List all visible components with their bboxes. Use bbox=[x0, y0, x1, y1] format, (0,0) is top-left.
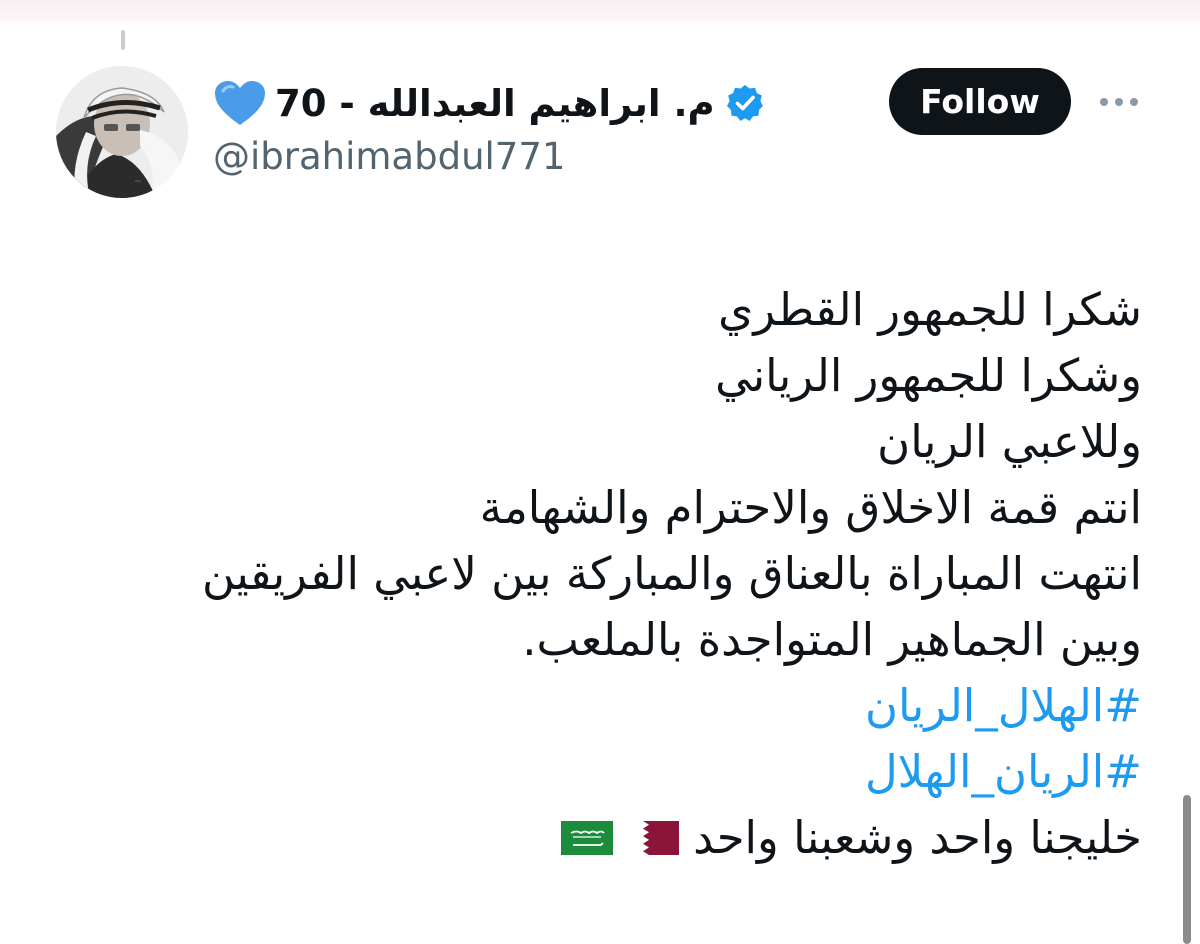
hashtag-link[interactable]: #الريان_الهلال bbox=[865, 739, 1142, 805]
tweet-text-line: وللاعبي الريان bbox=[877, 415, 1142, 468]
tweet-text-line: وشكرا للجمهور الرياني bbox=[715, 349, 1142, 402]
author-handle[interactable]: @ibrahimabdul771 bbox=[213, 138, 565, 175]
author-display-name[interactable]: م. ابراهيم العبدالله - 70 bbox=[275, 85, 715, 122]
tweet-text: شكرا للجمهور القطري وشكرا للجمهور الريان… bbox=[162, 277, 1142, 871]
blue-heart-icon bbox=[215, 81, 265, 125]
tweet-text-line: شكرا للجمهور القطري bbox=[718, 283, 1142, 336]
thread-connector-line bbox=[121, 30, 125, 50]
author-name-row: م. ابراهيم العبدالله - 70 bbox=[213, 74, 765, 132]
scrollbar-thumb[interactable] bbox=[1183, 795, 1191, 944]
avatar-photo: ~ bbox=[56, 66, 188, 198]
qatar-flag-icon bbox=[627, 821, 680, 855]
closing-line: خليجنا واحد وشعبنا واحد bbox=[162, 805, 1142, 871]
follow-button[interactable]: Follow bbox=[889, 68, 1071, 135]
avatar[interactable]: ~ bbox=[56, 66, 188, 198]
saudi-flag-icon bbox=[561, 821, 614, 855]
tweet-text-line: انتم قمة الاخلاق والاحترام والشهامة bbox=[479, 481, 1142, 534]
hashtag-line: #الهلال_الريان bbox=[162, 673, 1142, 739]
tweet-screenshot: ~ م. ابراهيم العبدالله - 70 @ibrahimabdu… bbox=[0, 0, 1200, 944]
tweet-text-line: انتهت المباراة بالعناق والمباركة بين لاع… bbox=[202, 547, 1142, 600]
verified-badge-icon bbox=[726, 85, 763, 121]
svg-text:~: ~ bbox=[134, 177, 142, 187]
top-edge-strip bbox=[0, 0, 1200, 26]
more-dots-icon[interactable] bbox=[1098, 95, 1140, 109]
hashtag-line: #الريان_الهلال bbox=[162, 739, 1142, 805]
tweet-text-line: وبين الجماهير المتواجدة بالملعب. bbox=[522, 613, 1142, 666]
hashtag-link[interactable]: #الهلال_الريان bbox=[865, 673, 1142, 739]
closing-text: خليجنا واحد وشعبنا واحد bbox=[693, 811, 1142, 864]
